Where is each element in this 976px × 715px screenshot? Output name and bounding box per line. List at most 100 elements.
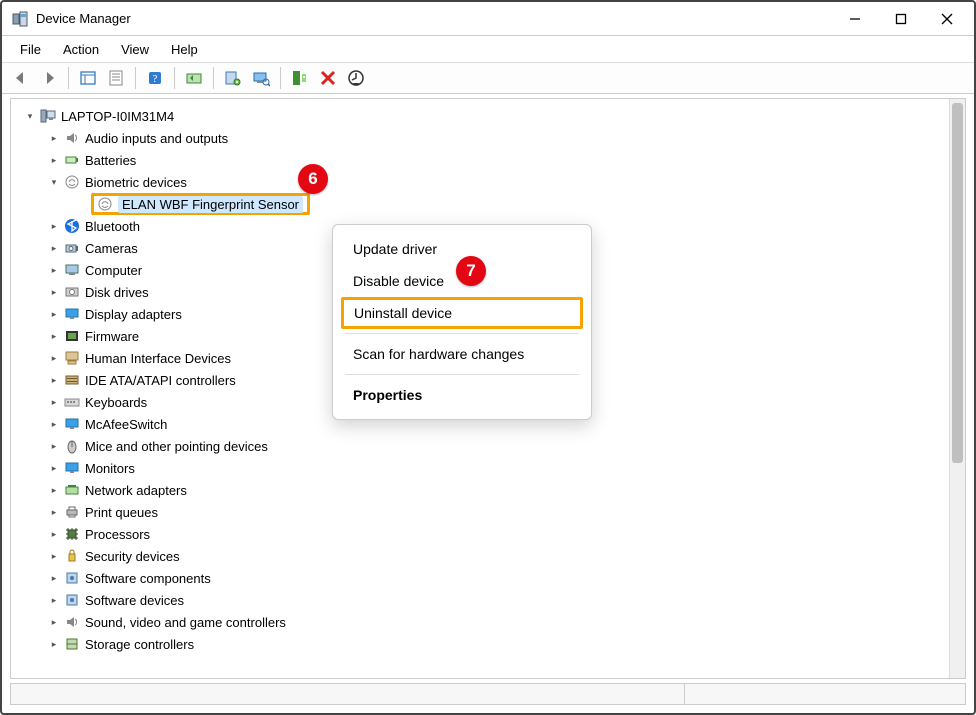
expand-icon[interactable]: ▸ (47, 373, 61, 387)
menubar: File Action View Help (2, 36, 974, 62)
forward-button[interactable] (36, 65, 62, 91)
tree-category[interactable]: ▸ Print queues (19, 501, 949, 523)
tree-category[interactable]: ▸ Monitors (19, 457, 949, 479)
tree-category[interactable]: ▸ Audio inputs and outputs (19, 127, 949, 149)
expand-icon[interactable]: ▸ (47, 417, 61, 431)
menu-view[interactable]: View (111, 39, 159, 60)
tree-category[interactable]: ▸ Software devices (19, 589, 949, 611)
back-button[interactable] (8, 65, 34, 91)
properties-button[interactable] (103, 65, 129, 91)
tree-category-label: Monitors (85, 461, 135, 476)
expand-icon[interactable]: ▸ (47, 593, 61, 607)
scrollbar-thumb[interactable] (952, 103, 963, 463)
tree-category[interactable]: ▸ Sound, video and game controllers (19, 611, 949, 633)
vertical-scrollbar[interactable] (949, 99, 965, 678)
menu-help[interactable]: Help (161, 39, 208, 60)
collapse-icon[interactable]: ▾ (47, 175, 61, 189)
expand-icon[interactable]: ▸ (47, 329, 61, 343)
close-button[interactable] (924, 4, 970, 34)
security-icon (63, 547, 81, 565)
expand-icon[interactable]: ▸ (47, 549, 61, 563)
context-separator (345, 333, 579, 334)
expand-icon[interactable]: ▸ (47, 483, 61, 497)
context-uninstall-device[interactable]: Uninstall device (341, 297, 583, 329)
tree-category[interactable]: ▸ Batteries (19, 149, 949, 171)
tree-category[interactable]: ▸ Security devices (19, 545, 949, 567)
expand-icon[interactable]: ▾ (23, 109, 37, 123)
maximize-button[interactable] (878, 4, 924, 34)
scan-hardware-button[interactable] (220, 65, 246, 91)
tree-category-label: Disk drives (85, 285, 149, 300)
expand-icon[interactable]: ▸ (47, 263, 61, 277)
tree-device[interactable]: ELAN WBF Fingerprint Sensor (19, 193, 949, 215)
update-driver-button[interactable] (181, 65, 207, 91)
scan-changes-button[interactable] (248, 65, 274, 91)
expand-icon[interactable]: ▸ (47, 395, 61, 409)
menu-action[interactable]: Action (53, 39, 109, 60)
expand-icon[interactable]: ▸ (47, 241, 61, 255)
tree-category-label: Software devices (85, 593, 184, 608)
tree-category-label: Cameras (85, 241, 138, 256)
speaker-icon (63, 129, 81, 147)
tree-category-label: Audio inputs and outputs (85, 131, 228, 146)
expand-icon[interactable]: ▸ (47, 131, 61, 145)
tree-category-label: Batteries (85, 153, 136, 168)
minimize-button[interactable] (832, 4, 878, 34)
context-properties[interactable]: Properties (333, 379, 591, 411)
firmware-icon (63, 327, 81, 345)
tree-category-label: Human Interface Devices (85, 351, 231, 366)
expand-icon[interactable]: ▸ (47, 615, 61, 629)
fingerprint-icon (63, 173, 81, 191)
show-all-button[interactable] (75, 65, 101, 91)
expand-icon[interactable]: ▸ (47, 219, 61, 233)
menu-file[interactable]: File (10, 39, 51, 60)
status-cell (11, 684, 685, 704)
expand-icon[interactable]: ▸ (47, 307, 61, 321)
status-cell (685, 684, 965, 704)
expand-icon[interactable]: ▸ (47, 439, 61, 453)
tree-category[interactable]: ▸ Mice and other pointing devices (19, 435, 949, 457)
expand-icon[interactable]: ▸ (47, 153, 61, 167)
expand-icon[interactable]: ▸ (47, 351, 61, 365)
tree-category-label: Mice and other pointing devices (85, 439, 268, 454)
expand-icon[interactable]: ▸ (47, 285, 61, 299)
tree-category[interactable]: ▸ Storage controllers (19, 633, 949, 655)
tree-category-label: Software components (85, 571, 211, 586)
expand-icon[interactable]: ▸ (47, 461, 61, 475)
disable-device-button[interactable] (343, 65, 369, 91)
tree-category-label: Computer (85, 263, 142, 278)
tree-category[interactable]: ▸ Network adapters (19, 479, 949, 501)
tree-category[interactable]: ▸ Software components (19, 567, 949, 589)
expand-icon[interactable]: ▸ (47, 571, 61, 585)
context-separator (345, 374, 579, 375)
highlight-box: ELAN WBF Fingerprint Sensor (91, 193, 310, 215)
network-icon (63, 481, 81, 499)
expand-icon[interactable]: ▸ (47, 527, 61, 541)
computer-icon (63, 261, 81, 279)
disk-icon (63, 283, 81, 301)
expand-icon[interactable]: ▸ (47, 505, 61, 519)
expand-icon[interactable]: ▸ (47, 637, 61, 651)
tree-root[interactable]: ▾ LAPTOP-I0IM31M4 (19, 105, 949, 127)
computer-icon (39, 107, 57, 125)
mouse-icon (63, 437, 81, 455)
tree-category-label: Keyboards (85, 395, 147, 410)
tree-category-label: Display adapters (85, 307, 182, 322)
tree-category[interactable]: ▾ Biometric devices (19, 171, 949, 193)
tree-category-label: IDE ATA/ATAPI controllers (85, 373, 236, 388)
help-button[interactable]: ? (142, 65, 168, 91)
tree-category[interactable]: ▸ Processors (19, 523, 949, 545)
fingerprint-icon (96, 195, 114, 213)
tree-category-label: Network adapters (85, 483, 187, 498)
toolbar: ? (2, 62, 974, 94)
uninstall-device-button[interactable] (315, 65, 341, 91)
tree-category-label: Security devices (85, 549, 180, 564)
add-legacy-hardware-button[interactable] (287, 65, 313, 91)
app-icon (12, 11, 28, 27)
tree-category-label: Storage controllers (85, 637, 194, 652)
tree-device-label: ELAN WBF Fingerprint Sensor (118, 196, 303, 213)
tree-category-label: Print queues (85, 505, 158, 520)
hid-icon (63, 349, 81, 367)
bluetooth-icon (63, 217, 81, 235)
context-scan-hardware[interactable]: Scan for hardware changes (333, 338, 591, 370)
